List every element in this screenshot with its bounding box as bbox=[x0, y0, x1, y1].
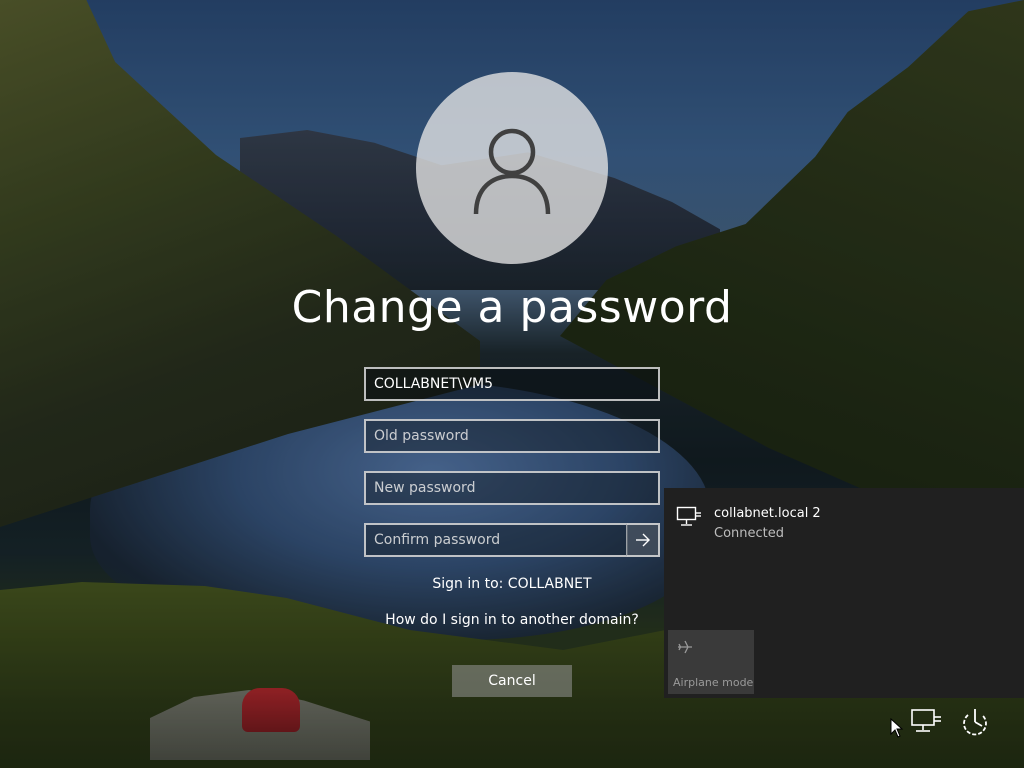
airplane-icon bbox=[678, 640, 692, 654]
user-avatar bbox=[416, 72, 608, 264]
ethernet-icon bbox=[676, 506, 701, 526]
network-icon[interactable] bbox=[910, 708, 944, 736]
network-status: Connected bbox=[714, 526, 785, 541]
confirm-password-field[interactable] bbox=[364, 523, 628, 557]
old-password-field[interactable] bbox=[364, 419, 660, 453]
new-password-field[interactable] bbox=[364, 471, 660, 505]
arrow-right-icon bbox=[635, 533, 650, 547]
network-item[interactable]: collabnet.local 2 Connected bbox=[672, 500, 1012, 546]
cancel-button[interactable]: Cancel bbox=[452, 665, 572, 697]
network-flyout: collabnet.local 2 Connected Airplane mod… bbox=[664, 488, 1024, 698]
domain-help-link[interactable]: How do I sign in to another domain? bbox=[360, 612, 664, 628]
page-title: Change a password bbox=[291, 282, 733, 333]
airplane-mode-tile[interactable]: Airplane mode bbox=[668, 630, 754, 694]
submit-arrow-button[interactable] bbox=[626, 523, 660, 557]
network-name: collabnet.local 2 bbox=[714, 506, 821, 521]
user-silhouette-icon bbox=[473, 128, 551, 215]
mouse-cursor-icon bbox=[890, 718, 904, 738]
username-field[interactable] bbox=[364, 367, 660, 401]
airplane-mode-label: Airplane mode bbox=[673, 676, 754, 689]
power-icon[interactable] bbox=[958, 706, 992, 740]
lock-screen: Change a password Sign in to: COLLABNET … bbox=[0, 0, 1024, 768]
